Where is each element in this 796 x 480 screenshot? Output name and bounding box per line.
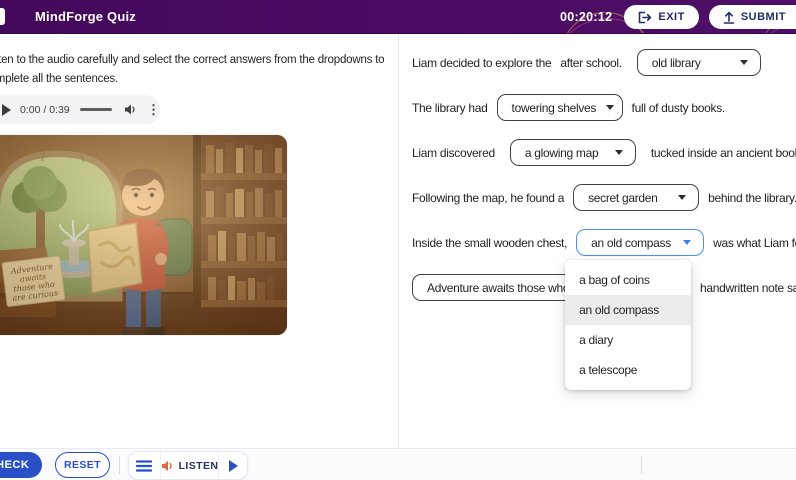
audio-progress-bar[interactable] — [79, 108, 112, 111]
media-panel: Listen to the audio carefully and select… — [0, 34, 398, 448]
dropdown-q5-open[interactable]: an old compass a bag of coins an old com… — [565, 229, 705, 390]
quiz-content: Listen to the audio carefully and select… — [0, 34, 796, 448]
chevron-down-icon — [739, 60, 748, 65]
speaker-icon — [161, 460, 172, 471]
volume-icon[interactable] — [124, 103, 137, 116]
instructions-text: Listen to the audio carefully and select… — [0, 54, 385, 85]
chevron-down-icon — [678, 195, 687, 200]
quiz-timer: 00:20:12 — [559, 10, 613, 24]
dropdown-q4[interactable]: secret garden — [573, 184, 700, 211]
upload-icon — [723, 11, 735, 24]
dropdown-option-selected[interactable]: an old compass — [565, 295, 692, 325]
reset-button[interactable]: RESET — [55, 452, 110, 478]
listen-controls: LISTEN — [128, 451, 248, 480]
dropdown-option[interactable]: a bag of coins — [565, 265, 691, 295]
toolbar-divider — [641, 456, 642, 474]
exit-button[interactable]: EXIT — [624, 5, 699, 29]
question-row-1: Liam decided to explore the after school… — [412, 49, 761, 76]
audio-player[interactable]: 0:00 / 0:39 ⋮ — [0, 95, 160, 124]
exit-icon — [638, 11, 652, 24]
question-row-5: Inside the small wooden chest, an old co… — [412, 229, 796, 390]
submit-button[interactable]: SUBMIT — [708, 5, 796, 29]
audio-menu-icon[interactable]: ⋮ — [147, 103, 160, 116]
play-audio-button[interactable] — [219, 452, 247, 479]
chevron-down-icon — [683, 240, 692, 245]
dropdown-q1[interactable]: old library — [636, 49, 761, 76]
menu-icon — [136, 459, 153, 472]
dropdown-option[interactable]: a telescope — [565, 355, 691, 385]
check-button[interactable]: CHECK — [0, 452, 42, 478]
app-header: MindForge Quiz 00:20:12 EXIT SUBMIT — [0, 0, 796, 34]
quiz-toolbar: CHECK RESET LISTEN 9 OF 10 — [0, 448, 796, 480]
dropdown-q2[interactable]: towering shelves — [496, 94, 623, 121]
app-title: MindForge Quiz — [35, 9, 137, 24]
dropdown-menu: a bag of coins an old compass a diary a … — [565, 260, 692, 390]
question-row-4: Following the map, he found a secret gar… — [412, 184, 796, 211]
transcript-button[interactable] — [129, 452, 161, 479]
listen-button[interactable]: LISTEN — [161, 452, 220, 479]
audio-play-button[interactable] — [2, 103, 11, 116]
dropdown-q3[interactable]: a glowing map — [509, 139, 636, 166]
chevron-down-icon — [614, 150, 623, 155]
question-row-3: Liam discovered a glowing map tucked ins… — [412, 139, 796, 166]
story-illustration: Adventure awaits those who are curious — [0, 135, 287, 335]
dropdown-option[interactable]: a diary — [565, 325, 691, 355]
questions-panel: Liam decided to explore the after school… — [398, 34, 796, 448]
library-scene: Adventure awaits those who are curious — [0, 135, 287, 335]
toolbar-divider — [119, 456, 120, 474]
audio-time: 0:00 / 0:39 — [20, 103, 70, 116]
play-icon — [228, 459, 238, 472]
chevron-down-icon — [606, 105, 615, 110]
app-logo — [0, 8, 5, 25]
question-row-2: The library had towering shelves full of… — [412, 94, 725, 121]
